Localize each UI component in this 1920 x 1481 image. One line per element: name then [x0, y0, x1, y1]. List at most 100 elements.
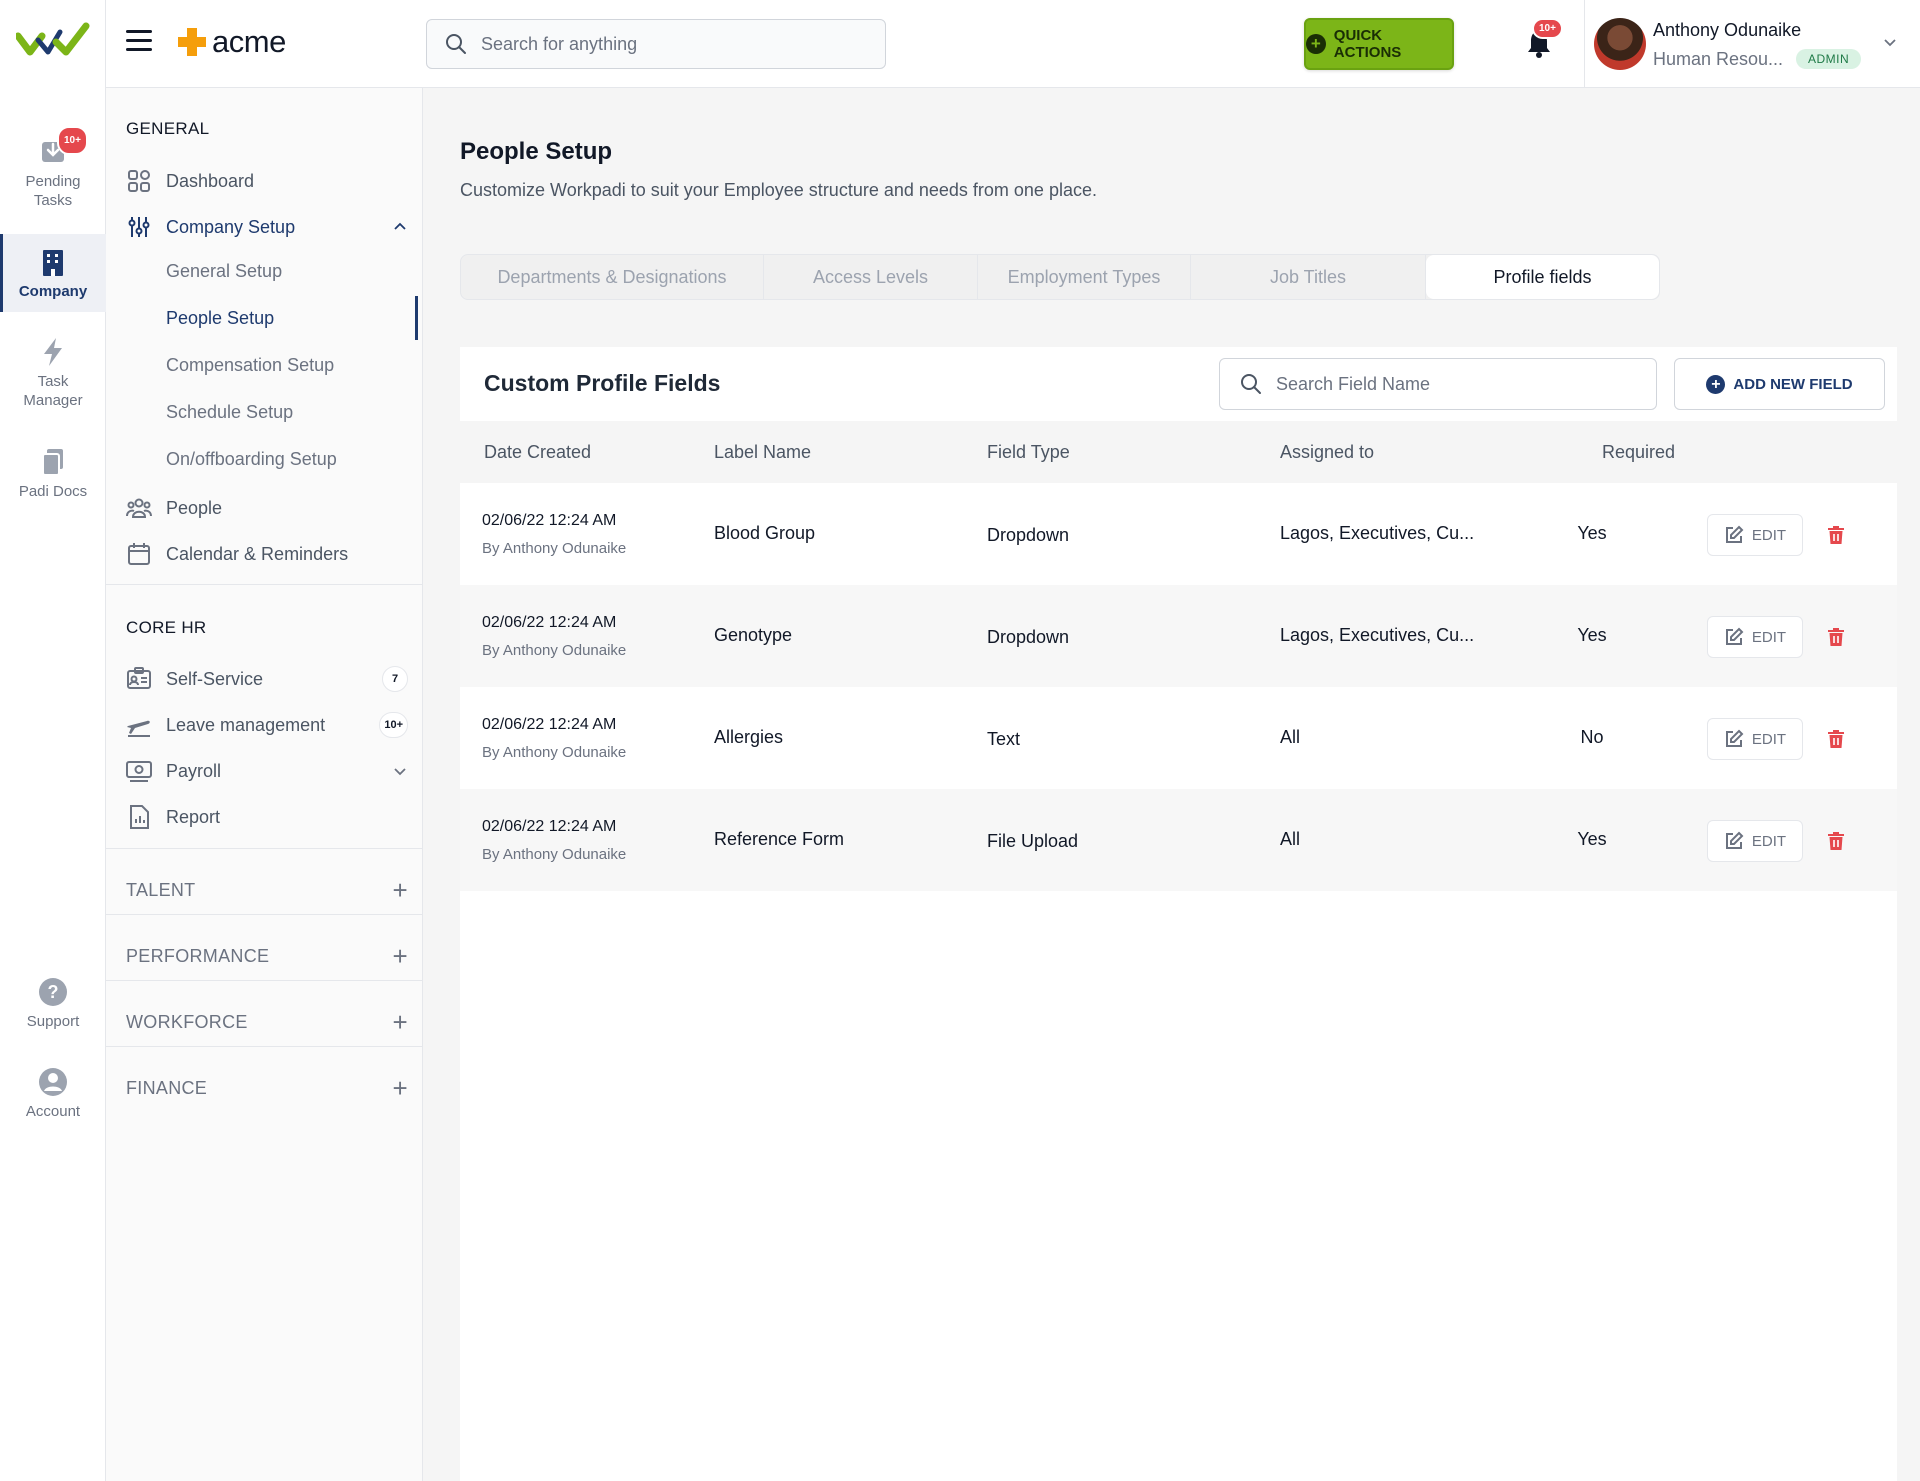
user-circle-icon: [37, 1066, 69, 1098]
top-bar: acme + QUICK ACTIONS 10+ Anthony Odunaik…: [106, 0, 1920, 88]
sidebar-item-self-service[interactable]: Self-Service 7: [126, 661, 416, 697]
grid-icon: [126, 168, 152, 194]
sidebar-subitem-label: General Setup: [166, 260, 283, 281]
plus-circle-icon: +: [1306, 34, 1326, 54]
global-search-input[interactable]: [481, 33, 861, 55]
tab-access-levels[interactable]: Access Levels: [764, 255, 978, 299]
tab-employment-types[interactable]: Employment Types: [978, 255, 1191, 299]
report-icon: [126, 804, 152, 830]
section-label: TALENT: [126, 879, 196, 900]
plus-icon[interactable]: +: [393, 1073, 408, 1104]
edit-button[interactable]: EDIT: [1707, 820, 1803, 862]
search-icon: [446, 34, 466, 54]
acme-logo-icon: [178, 28, 206, 56]
tab-job-titles[interactable]: Job Titles: [1191, 255, 1426, 299]
sidebar-section-finance[interactable]: FINANCE +: [126, 1070, 416, 1106]
sidebar-item-company-setup[interactable]: Company Setup: [126, 209, 416, 245]
quick-actions-button[interactable]: + QUICK ACTIONS: [1304, 18, 1454, 70]
field-search-input[interactable]: [1276, 373, 1636, 395]
help-circle-icon: ?: [37, 976, 69, 1008]
field-search[interactable]: [1219, 358, 1657, 410]
sidebar-item-leave-management[interactable]: Leave management 10+: [126, 707, 416, 743]
table-row: 02/06/22 12:24 AM By Anthony Odunaike Bl…: [460, 483, 1897, 585]
money-icon: [126, 758, 152, 784]
edit-button[interactable]: EDIT: [1707, 514, 1803, 556]
plus-icon[interactable]: +: [393, 1007, 408, 1038]
rail-label: Account: [25, 1103, 81, 1120]
add-new-field-button[interactable]: + ADD NEW FIELD: [1674, 358, 1885, 410]
sidebar-subitem-general-setup[interactable]: General Setup: [166, 253, 416, 289]
sidebar-item-payroll[interactable]: Payroll: [126, 753, 416, 789]
sidebar-subitem-schedule-setup[interactable]: Schedule Setup: [166, 394, 416, 430]
table-row: 02/06/22 12:24 AM By Anthony Odunaike Re…: [460, 789, 1897, 891]
delete-button[interactable]: [1824, 829, 1848, 853]
sidebar-subitem-onoffboarding-setup[interactable]: On/offboarding Setup: [166, 441, 416, 477]
rail-padi-docs[interactable]: Padi Docs: [0, 446, 106, 501]
chevron-up-icon[interactable]: [392, 219, 408, 235]
sidebar-subitem-compensation-setup[interactable]: Compensation Setup: [166, 347, 416, 383]
sidebar-section-talent[interactable]: TALENT +: [126, 872, 416, 908]
self-service-count-badge: 7: [382, 666, 408, 692]
inbox-download-icon: 10+: [37, 126, 88, 168]
sidebar-item-calendar[interactable]: Calendar & Reminders: [126, 536, 416, 572]
workpadi-logo[interactable]: [16, 18, 90, 62]
divider: [106, 980, 423, 981]
assigned-to: Lagos, Executives, Cu...: [1280, 523, 1475, 543]
field-type: Dropdown: [987, 627, 1070, 647]
created-by: By Anthony Odunaike: [482, 540, 627, 557]
chevron-down-icon[interactable]: [392, 763, 408, 779]
sidebar-item-people[interactable]: People: [126, 490, 416, 526]
column-header-field-type[interactable]: Field Type: [987, 442, 1070, 463]
rail-account[interactable]: Account: [0, 1066, 106, 1121]
sidebar-subitem-label: Schedule Setup: [166, 401, 294, 422]
field-type: Dropdown: [987, 525, 1070, 545]
plus-icon[interactable]: +: [393, 875, 408, 906]
sidebar-section-performance[interactable]: PERFORMANCE +: [126, 938, 416, 974]
sidebar-subitem-label: On/offboarding Setup: [166, 448, 337, 469]
hamburger-menu-icon[interactable]: [126, 30, 152, 52]
main-content: People Setup Customize Workpadi to suit …: [423, 88, 1920, 1481]
chevron-down-icon[interactable]: [1882, 34, 1898, 50]
global-search[interactable]: [426, 19, 886, 69]
label-name: Blood Group: [714, 523, 816, 543]
tab-profile-fields[interactable]: Profile fields: [1426, 255, 1659, 299]
plus-icon[interactable]: +: [393, 941, 408, 972]
sidebar-item-report[interactable]: Report: [126, 799, 416, 835]
rail-support[interactable]: ? Support: [0, 976, 106, 1031]
documents-icon: [37, 446, 69, 478]
rail-pending-tasks[interactable]: 10+ Pending Tasks: [0, 126, 106, 210]
sidebar-item-dashboard[interactable]: Dashboard: [126, 163, 416, 199]
user-role: Human Resou...: [1653, 49, 1784, 69]
admin-badge: ADMIN: [1796, 49, 1862, 69]
column-header-assigned-to[interactable]: Assigned to: [1280, 442, 1374, 463]
rail-company[interactable]: Company: [0, 234, 106, 312]
icon-rail: 10+ Pending Tasks Company Task Manager P…: [0, 0, 106, 1481]
sidebar-item-label: Payroll: [166, 760, 222, 781]
delete-button[interactable]: [1824, 523, 1848, 547]
delete-button[interactable]: [1824, 727, 1848, 751]
date-created: 02/06/22 12:24 AM: [482, 818, 617, 835]
column-header-label-name[interactable]: Label Name: [714, 442, 811, 463]
trash-icon: [1828, 526, 1844, 544]
sidebar-subitem-people-setup[interactable]: People Setup: [166, 296, 418, 340]
divider: [106, 1046, 423, 1047]
rail-task-manager[interactable]: Task Manager: [0, 336, 106, 410]
date-created: 02/06/22 12:24 AM: [482, 512, 617, 529]
edit-button[interactable]: EDIT: [1707, 718, 1803, 760]
delete-button[interactable]: [1824, 625, 1848, 649]
sidebar-item-label: Dashboard: [166, 170, 255, 191]
quick-actions-label: QUICK ACTIONS: [1333, 27, 1402, 61]
assigned-to: All: [1280, 829, 1301, 849]
sidebar-section-workforce[interactable]: WORKFORCE +: [126, 1004, 416, 1040]
sidebar-subitem-label: Compensation Setup: [166, 354, 335, 375]
edit-button[interactable]: EDIT: [1707, 616, 1803, 658]
label-name: Genotype: [714, 625, 793, 645]
date-created: 02/06/22 12:24 AM: [482, 614, 617, 631]
column-header-date-created[interactable]: Date Created: [484, 442, 591, 463]
column-header-required[interactable]: Required: [1602, 442, 1675, 463]
tab-departments-designations[interactable]: Departments & Designations: [461, 255, 764, 299]
rail-label: Company: [18, 283, 88, 300]
divider: [106, 914, 423, 915]
rail-label: Task Manager: [23, 373, 83, 409]
avatar[interactable]: [1594, 18, 1646, 70]
